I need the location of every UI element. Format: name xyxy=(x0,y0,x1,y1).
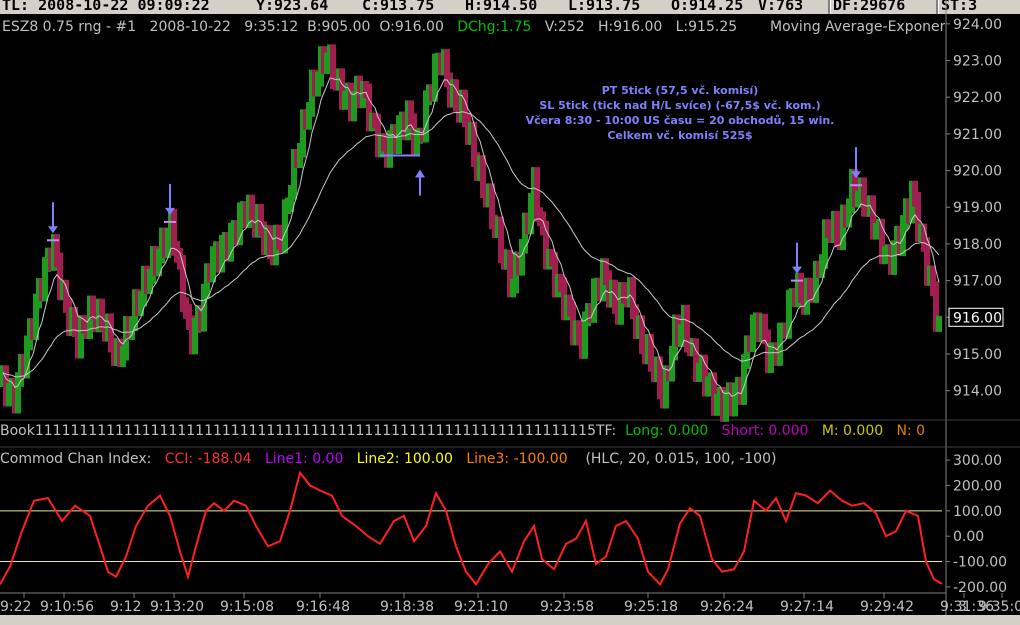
date-label: 2008-10-22 xyxy=(149,19,231,35)
horizontal-scrollbar[interactable] xyxy=(0,615,1020,625)
line2-label: Line2: 100.00 xyxy=(356,451,453,467)
chart-header: ESZ8 0.75 rng - #1 2008-10-22 9:35:12 B:… xyxy=(2,19,737,35)
cci-tick-label: 0.00 xyxy=(953,529,984,545)
o-label: O:916.00 xyxy=(379,19,444,35)
cci-params: (HLC, 20, 0.015, 100, -100) xyxy=(585,451,777,467)
time-tick-label: 9:29:42 xyxy=(860,599,914,615)
symbol-label: ESZ8 0.75 rng - #1 xyxy=(2,19,137,35)
line3-label: Line3: -100.00 xyxy=(466,451,568,467)
time-tick-label: 9:22 xyxy=(0,599,31,615)
m-label: M: 0.000 xyxy=(821,423,884,439)
book-line: Book111111111111111111111111111111111111… xyxy=(0,423,950,439)
cci-tick-label: 100.00 xyxy=(953,504,1002,520)
time-tick-label: 3 xyxy=(958,599,967,615)
time-tick-label: 9:15:08 xyxy=(220,599,274,615)
tf-label: TF: xyxy=(596,423,617,439)
trade-annotation: PT 5tick (57,5 vč. komisí) SL 5tick (tic… xyxy=(510,83,850,143)
cci-name: Commod Chan Index: xyxy=(0,451,152,467)
v-label: V:252 xyxy=(544,19,585,35)
line1-label: Line1: 0.00 xyxy=(264,451,344,467)
time-tick-label: 9:25:18 xyxy=(624,599,678,615)
short-label: Short: 0.000 xyxy=(721,423,809,439)
time-tick-label: 9:12 xyxy=(110,599,141,615)
time-tick-label: 9:23:58 xyxy=(540,599,594,615)
h-label: H:916.00 xyxy=(598,19,663,35)
n-label: N: 0 xyxy=(896,423,926,439)
cci-value: CCI: -188.04 xyxy=(164,451,252,467)
cci-tick-label: 300.00 xyxy=(953,453,1002,469)
time-tick-label: 9:13:20 xyxy=(150,599,204,615)
time-tick-label: 9:35:02 xyxy=(978,599,1020,615)
book-label: Book111111111111111111111111111111111111… xyxy=(0,423,596,439)
cci-header: Commod Chan Index: CCI: -188.04 Line1: 0… xyxy=(0,451,776,467)
l-label: L:915.25 xyxy=(675,19,738,35)
time-label: 9:35:12 xyxy=(244,19,299,35)
long-label: Long: 0.000 xyxy=(625,423,709,439)
annotation-line: Celkem vč. komisí 525$ xyxy=(607,129,753,142)
cci-line xyxy=(0,470,943,587)
time-tick-label: 9:10:56 xyxy=(40,599,94,615)
annotation-line: PT 5tick (57,5 vč. komisí) xyxy=(601,84,759,97)
cci-tick-label: 200.00 xyxy=(953,478,1002,494)
time-tick-label: 9:16:48 xyxy=(296,599,350,615)
dchg-label: DChg:1.75 xyxy=(457,19,532,35)
cci-tick-label: -100.00 xyxy=(953,555,1007,571)
cci-tick-label: -200.00 xyxy=(953,580,1007,596)
annotation-line: SL 5tick (tick nad H/L svíce) (-67,5$ vč… xyxy=(539,99,821,112)
b-label: B:905.00 xyxy=(307,19,371,35)
time-tick-label: 9:21:10 xyxy=(454,599,508,615)
time-tick-label: 9:27:14 xyxy=(780,599,834,615)
annotation-line: Včera 8:30 - 10:00 US času = 20 obchodů,… xyxy=(525,114,835,127)
time-tick-label: 9:18:38 xyxy=(380,599,434,615)
time-tick-label: 9:26:24 xyxy=(700,599,754,615)
indicator-label: Moving Average-Exponen xyxy=(770,19,945,35)
